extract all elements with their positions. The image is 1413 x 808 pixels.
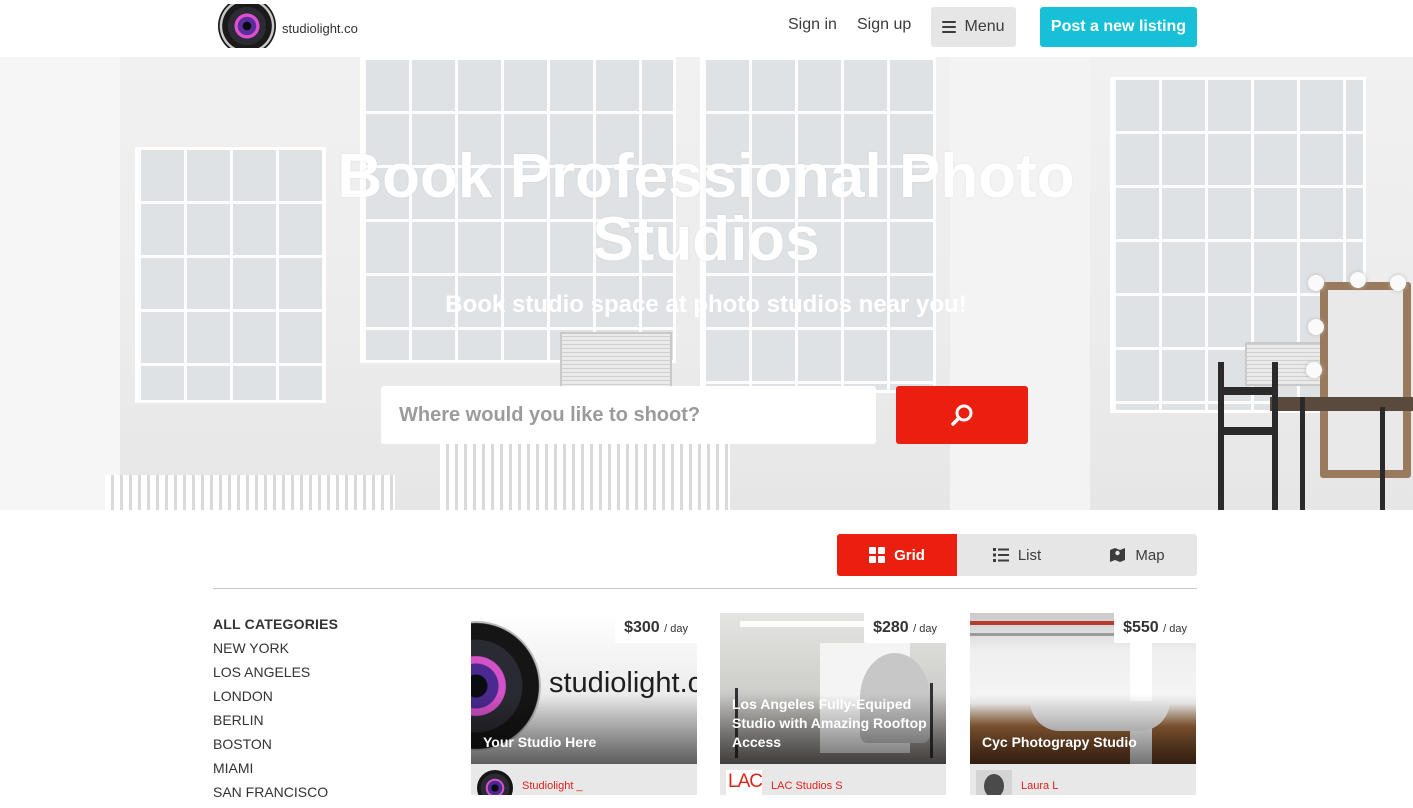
- brand-name: studiolight.co: [282, 20, 358, 36]
- listing-footer: Laura L: [970, 764, 1196, 795]
- sign-in-link[interactable]: Sign in: [788, 16, 837, 34]
- list-icon: [992, 548, 1009, 562]
- camera-lens-logo-icon: [218, 4, 276, 48]
- view-toggle: Grid List Map: [837, 534, 1197, 576]
- hero-subtitle: Book studio space at photo studios near …: [445, 291, 967, 318]
- category-item-london[interactable]: LONDON: [213, 688, 338, 712]
- list-view-label: List: [1017, 546, 1042, 564]
- hamburger-icon: [942, 21, 957, 33]
- brand-logo[interactable]: studiolight.co: [218, 4, 358, 48]
- listing-card[interactable]: Los Angeles Fully-Equiped Studio with Am…: [720, 613, 946, 795]
- all-categories-link[interactable]: ALL CATEGORIES: [213, 616, 338, 632]
- hero-chair: [1272, 362, 1278, 510]
- list-view-button[interactable]: List: [957, 534, 1077, 576]
- listing-title: Cyc Photograpy Studio: [982, 734, 1137, 750]
- listing-author-link[interactable]: LAC Studios S: [771, 780, 843, 792]
- category-item-berlin[interactable]: BERLIN: [213, 712, 338, 736]
- hero-bulb: [1390, 275, 1406, 291]
- listing-card[interactable]: studiolight.co Your Studio Here $300 / d…: [471, 613, 697, 795]
- section-divider: [213, 588, 1197, 589]
- hero-wall-left: [0, 57, 120, 510]
- hero-title: Book Professional Photo Studios: [337, 142, 1075, 274]
- hero-mirror: [1320, 282, 1411, 478]
- category-item-new-york[interactable]: NEW YORK: [213, 640, 338, 664]
- post-listing-button[interactable]: Post a new listing: [1040, 7, 1197, 47]
- hero-radiator: [105, 475, 395, 510]
- hero-window-left: [135, 147, 326, 403]
- price-value: $280: [873, 619, 909, 636]
- avatar[interactable]: [976, 770, 1012, 795]
- search-button[interactable]: [896, 386, 1028, 444]
- hero-bulb: [1308, 275, 1324, 291]
- map-view-label: Map: [1135, 546, 1165, 564]
- category-item-miami[interactable]: MIAMI: [213, 760, 338, 784]
- lac-studios-logo: LAC: [728, 771, 762, 792]
- listing-title: Los Angeles Fully-Equiped Studio with Am…: [732, 696, 927, 750]
- listing-author-link[interactable]: Studiolight _: [522, 780, 583, 792]
- map-view-button[interactable]: Map: [1077, 534, 1197, 576]
- grid-view-button[interactable]: Grid: [837, 534, 957, 576]
- listing-card[interactable]: Cyc Photograpy Studio $550 / day Laura L: [970, 613, 1196, 795]
- category-item-boston[interactable]: BOSTON: [213, 736, 338, 760]
- hero-chair: [1218, 362, 1224, 510]
- hero-chair: [1218, 427, 1278, 435]
- price-unit: / day: [913, 623, 937, 635]
- hero-banner: Book Professional Photo Studios Book stu…: [0, 57, 1413, 510]
- listing-author-link[interactable]: Laura L: [1021, 780, 1058, 792]
- price-unit: / day: [1163, 623, 1187, 635]
- listing-footer: Studiolight _: [471, 764, 697, 795]
- location-search-input[interactable]: [381, 386, 876, 444]
- user-silhouette-icon: [984, 774, 1004, 795]
- menu-label: Menu: [964, 18, 1005, 35]
- hero-chair: [1218, 387, 1278, 395]
- category-list: ALL CATEGORIES NEW YORK LOS ANGELES LOND…: [213, 616, 338, 808]
- avatar[interactable]: LAC: [726, 770, 762, 795]
- hero-bulb: [1308, 319, 1324, 335]
- grid-icon: [869, 547, 886, 563]
- listing-title: Your Studio Here: [483, 734, 597, 750]
- price-value: $550: [1123, 619, 1159, 636]
- price-unit: / day: [664, 623, 688, 635]
- sign-up-link[interactable]: Sign up: [857, 16, 911, 34]
- listing-footer: LAC LAC Studios S: [720, 764, 946, 795]
- category-item-los-angeles[interactable]: LOS ANGELES: [213, 664, 338, 688]
- price-value: $300: [624, 619, 660, 636]
- hero-desk: [1270, 397, 1413, 411]
- top-navbar: studiolight.co Sign in Sign up Menu Post…: [0, 0, 1413, 57]
- category-item-san-francisco[interactable]: SAN FRANCISCO: [213, 784, 338, 808]
- hero-bulb: [1306, 362, 1322, 378]
- map-icon: [1109, 547, 1126, 563]
- listing-price: $550 / day: [1114, 613, 1196, 643]
- search-icon: [951, 404, 973, 426]
- grid-view-label: Grid: [894, 546, 925, 564]
- avatar[interactable]: [477, 770, 513, 795]
- hero-bulb: [1350, 272, 1366, 288]
- listing-price: $300 / day: [615, 613, 697, 643]
- hero-chair: [1380, 407, 1385, 510]
- hero-radiator-center: [440, 437, 730, 510]
- listing-price: $280 / day: [864, 613, 946, 643]
- menu-button[interactable]: Menu: [931, 7, 1016, 47]
- hero-chair: [1300, 397, 1305, 510]
